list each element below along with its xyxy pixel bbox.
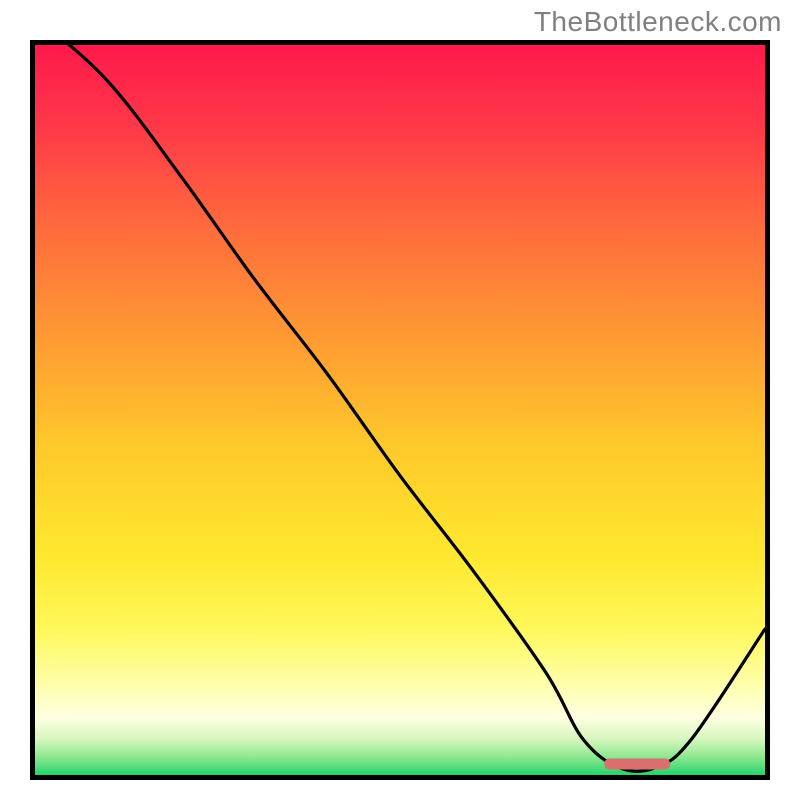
chart-svg bbox=[35, 45, 765, 775]
plot-frame bbox=[30, 40, 770, 780]
chart-container: TheBottleneck.com bbox=[0, 0, 800, 800]
gradient-background bbox=[35, 45, 765, 775]
optimal-range-marker bbox=[604, 759, 670, 770]
watermark-text: TheBottleneck.com bbox=[534, 6, 782, 38]
plot-area bbox=[35, 45, 765, 775]
